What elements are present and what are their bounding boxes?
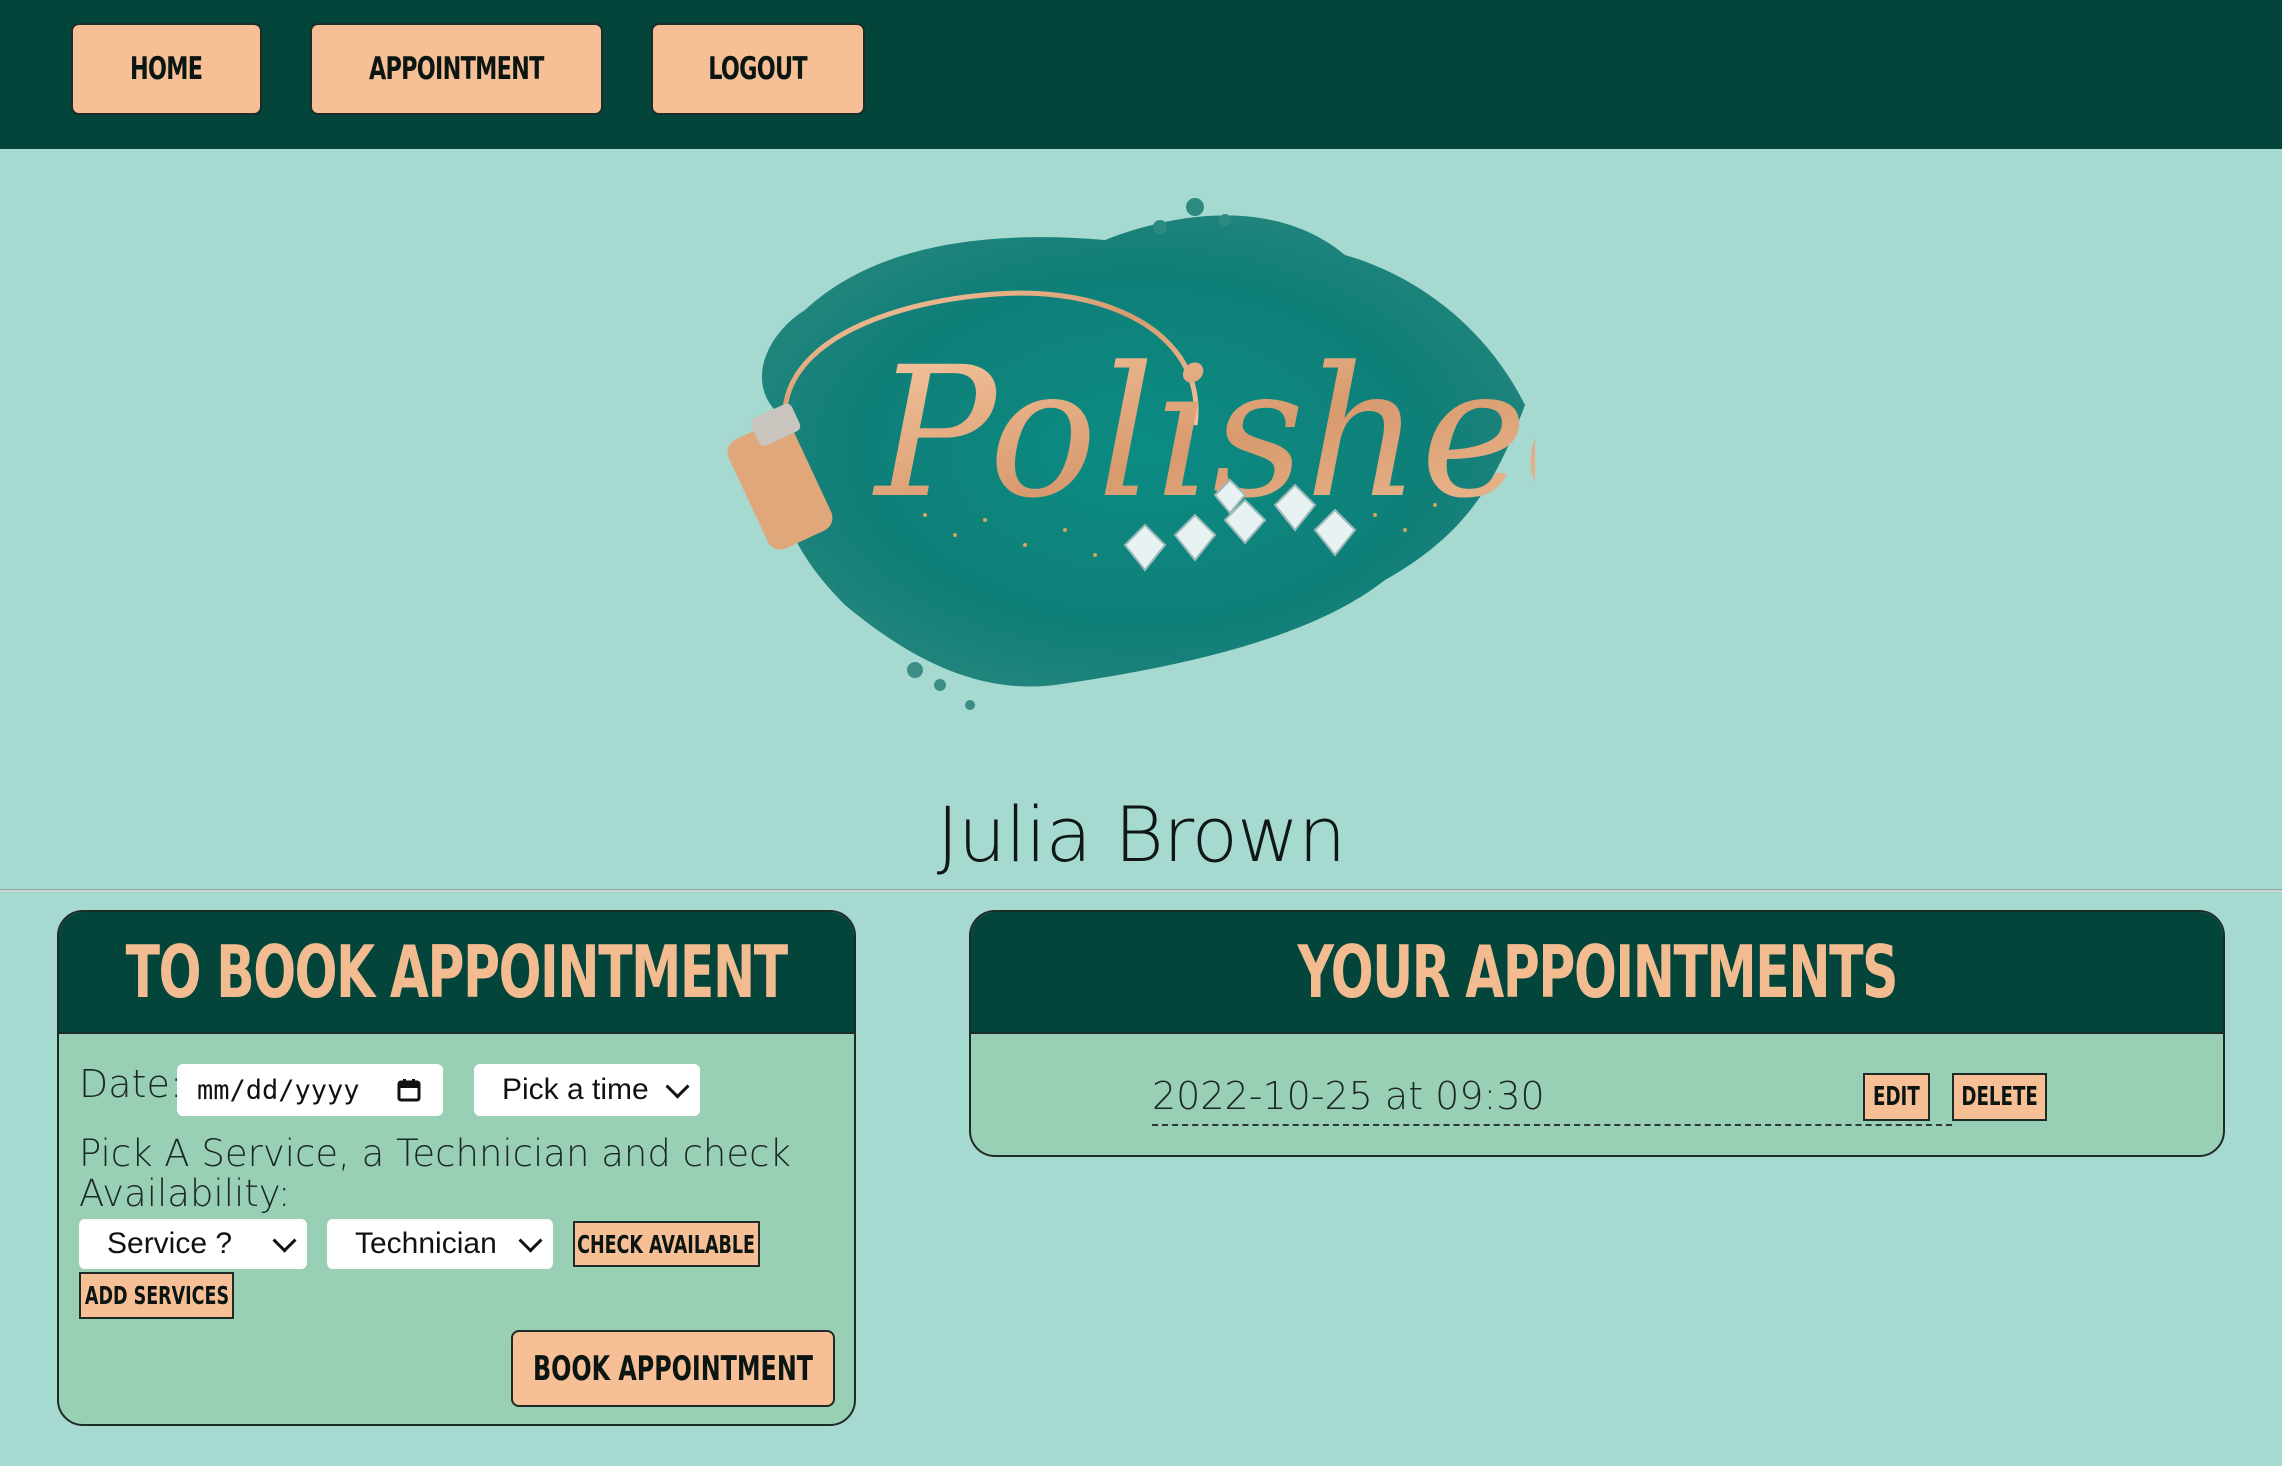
chevron-down-icon [665, 1074, 690, 1099]
technician-select[interactable]: Technician [327, 1219, 553, 1269]
check-available-button[interactable]: CHECK AVAILABLE [573, 1221, 760, 1267]
your-appointments-panel: YOUR APPOINTMENTS 2022-10-25 at 09:30 ED… [969, 910, 2225, 1157]
home-button[interactable]: HOME [71, 23, 262, 115]
divider [0, 889, 2282, 892]
appointment-item: 2022-10-25 at 09:30 [1152, 1072, 1952, 1126]
user-name: Julia Brown [936, 790, 1347, 879]
chevron-down-icon [518, 1228, 543, 1253]
service-select[interactable]: Service ? [79, 1219, 307, 1269]
polished-logo: Polished [725, 185, 1642, 730]
top-nav-bar: HOME APPOINTMENT LOGOUT [0, 0, 2282, 149]
book-panel-header: TO BOOK APPOINTMENT [59, 912, 854, 1034]
date-placeholder: mm/dd/yyyy [197, 1074, 360, 1106]
calendar-icon[interactable] [397, 1078, 421, 1102]
delete-appointment-button[interactable]: DELETE [1952, 1073, 2047, 1121]
edit-appointment-button[interactable]: EDIT [1863, 1073, 1930, 1121]
appointments-panel-header: YOUR APPOINTMENTS [971, 912, 2223, 1034]
date-input[interactable]: mm/dd/yyyy [177, 1064, 443, 1116]
appointment-button[interactable]: APPOINTMENT [310, 23, 603, 115]
date-label: Date: [79, 1062, 183, 1106]
book-appointment-panel: TO BOOK APPOINTMENT Date: mm/dd/yyyy Pic… [57, 910, 856, 1426]
book-appointment-button[interactable]: BOOK APPOINTMENT [511, 1330, 835, 1407]
logout-button[interactable]: LOGOUT [651, 23, 865, 115]
chevron-down-icon [272, 1228, 297, 1253]
appointments-panel-title: YOUR APPOINTMENTS [1297, 930, 1898, 1014]
book-panel-title: TO BOOK APPOINTMENT [125, 930, 788, 1014]
time-select[interactable]: Pick a time [474, 1064, 700, 1116]
helper-text: Pick A Service, a Technician and check A… [79, 1132, 791, 1215]
add-services-button[interactable]: ADD SERVICES [79, 1272, 234, 1319]
